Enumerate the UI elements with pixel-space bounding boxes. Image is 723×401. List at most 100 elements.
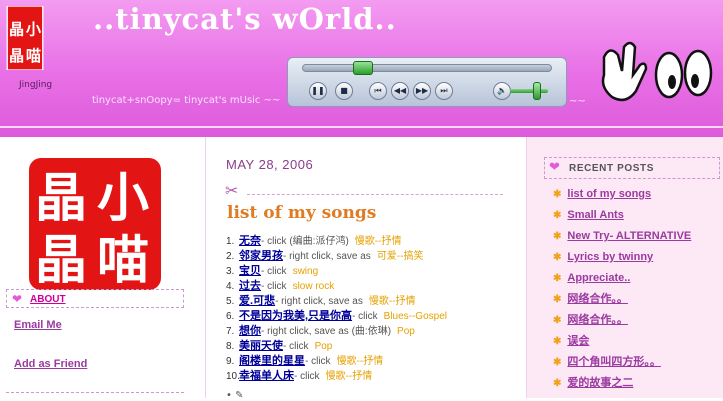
song-genre: 慢歌--抒情 xyxy=(336,356,384,367)
recent-post-link[interactable]: 网络合作。。 xyxy=(567,314,628,326)
next-button[interactable]: ⏭ xyxy=(435,82,453,100)
post-title[interactable]: list of my songs xyxy=(227,203,376,223)
recent-post-link[interactable]: 爱的故事之二 xyxy=(567,377,633,389)
email-me-link[interactable]: Email Me xyxy=(14,319,62,331)
song-item: 9. 阁楼里的星星- click 慢歌--抒情 xyxy=(226,354,447,369)
song-item: 6. 不是因为我美,只是你高- click Blues--Gospel xyxy=(226,309,447,324)
recent-post-link[interactable]: New Try- ALTERNATIVE xyxy=(567,230,691,242)
logo-char-4: 喵 xyxy=(26,47,41,65)
main-content: MAY 28, 2006 ✂ list of my songs 1. 无奈- cl… xyxy=(205,137,527,401)
song-link[interactable]: 不是因为我美,只是你高 xyxy=(239,310,352,322)
song-note: - click xyxy=(261,266,287,277)
song-note: - click xyxy=(261,281,287,292)
media-player: ❚❚ ■ ⏮ ◀◀ ▶▶ ⏭ 🔈 xyxy=(287,57,567,107)
blog-logo: 晶 小 晶 喵 xyxy=(6,6,46,78)
song-note: - click xyxy=(305,356,331,367)
song-genre: Pop xyxy=(314,341,333,352)
rewind-icon: ◀◀ xyxy=(393,86,407,95)
song-item: 2. 邻家男孩- right click, save as 可爱--搞笑 xyxy=(226,249,447,264)
song-item: 4. 过去- click slow rock xyxy=(226,279,447,294)
pause-button[interactable]: ❚❚ xyxy=(309,82,327,100)
avatar-char-1: 晶 xyxy=(35,169,87,229)
profile-avatar: 晶 小 晶 喵 xyxy=(29,158,161,290)
right-sidebar: ❤ RECENT POSTS ✱ list of my songs ✱ Small A… xyxy=(527,137,723,398)
recent-post-item: ✱ 误会 xyxy=(553,334,691,355)
song-link[interactable]: 过去 xyxy=(239,280,261,292)
song-item: 5. 爱.可悲- right click, save as 慢歌--抒情 xyxy=(226,294,447,309)
blog-title[interactable]: ..tinycat's wOrld.. xyxy=(93,2,397,36)
song-link[interactable]: 爱.可悲 xyxy=(239,295,275,307)
recent-post-link[interactable]: Small Ants xyxy=(567,209,623,221)
song-item: 1. 无奈- click (编曲:派仔鸿) 慢歌--抒情 xyxy=(226,234,447,249)
heart-icon: ❤ xyxy=(12,292,23,306)
song-note: - right click, save as xyxy=(275,296,363,307)
recent-post-item: ✱ 四个角叫四方形。。 xyxy=(553,355,691,376)
song-link[interactable]: 宝贝 xyxy=(239,265,261,277)
recent-post-link[interactable]: 四个角叫四方形。。 xyxy=(567,356,661,368)
song-genre: Blues--Gospel xyxy=(383,311,447,322)
logo-caption: JingJing xyxy=(19,80,53,90)
song-number: 6. xyxy=(226,311,235,322)
star-bullet-icon: ✱ xyxy=(553,294,562,305)
song-number: 8. xyxy=(226,341,235,352)
scissors-icon: ✂ xyxy=(225,181,239,200)
song-list: 1. 无奈- click (编曲:派仔鸿) 慢歌--抒情 2. 邻家男孩- right … xyxy=(226,234,447,384)
song-genre: 慢歌--抒情 xyxy=(368,296,416,307)
song-note: - right click, save as xyxy=(283,251,371,262)
recent-post-link[interactable]: list of my songs xyxy=(567,188,651,200)
next-icon: ⏭ xyxy=(440,86,448,95)
song-link[interactable]: 幸福单人床 xyxy=(239,370,294,382)
seek-thumb[interactable] xyxy=(353,61,373,75)
post-divider xyxy=(247,194,503,195)
song-item: 7. 想你- right click, save as (曲:依琳) Pop xyxy=(226,324,447,339)
song-link[interactable]: 想你 xyxy=(239,325,261,337)
song-genre: Pop xyxy=(397,326,415,337)
speaker-icon: 🔈 xyxy=(497,86,507,95)
stop-button[interactable]: ■ xyxy=(335,82,353,100)
recent-post-item: ✱ Lyrics by twinny xyxy=(553,250,691,271)
song-genre: 慢歌--抒情 xyxy=(325,371,373,382)
recent-post-link[interactable]: Appreciate.. xyxy=(567,272,630,284)
song-link[interactable]: 无奈 xyxy=(239,235,261,247)
volume-track[interactable] xyxy=(510,89,548,93)
song-link[interactable]: 美丽天使 xyxy=(239,340,283,352)
avatar-char-4: 喵 xyxy=(97,231,149,290)
song-number: 7. xyxy=(226,326,235,337)
seek-bar[interactable] xyxy=(302,61,552,75)
song-genre: swing xyxy=(292,266,319,277)
recent-post-item: ✱ Appreciate.. xyxy=(553,271,691,292)
rewind-button[interactable]: ◀◀ xyxy=(391,82,409,100)
song-item: 8. 美丽天使- click Pop xyxy=(226,339,447,354)
song-number: 10. xyxy=(226,371,240,382)
song-number: 2. xyxy=(226,251,235,262)
recent-post-item: ✱ 爱的故事之二 xyxy=(553,376,691,397)
volume-slider-thumb[interactable] xyxy=(533,82,541,100)
song-number: 1. xyxy=(226,236,235,247)
song-number: 4. xyxy=(226,281,235,292)
mute-button[interactable]: 🔈 xyxy=(493,82,511,100)
song-note: - click xyxy=(352,311,378,322)
previous-button[interactable]: ⏮ xyxy=(369,82,387,100)
star-bullet-icon: ✱ xyxy=(553,378,562,389)
logo-char-2: 小 xyxy=(25,20,42,38)
tagline-end: ~~ xyxy=(569,96,586,107)
recent-post-link[interactable]: Lyrics by twinny xyxy=(567,251,653,263)
star-bullet-icon: ✱ xyxy=(553,252,562,263)
song-genre: slow rock xyxy=(292,281,335,292)
post-date: MAY 28, 2006 xyxy=(226,157,314,172)
star-bullet-icon: ✱ xyxy=(553,189,562,200)
song-note: - click (编曲:派仔鸿) xyxy=(261,236,349,247)
recent-post-link[interactable]: 网络合作。。 xyxy=(567,293,628,305)
about-link[interactable]: ABOUT xyxy=(30,294,66,305)
recent-posts-heading: RECENT POSTS xyxy=(569,163,654,174)
recent-posts-list: ✱ list of my songs ✱ Small Ants ✱ New Try- AL… xyxy=(553,187,691,397)
recent-post-link[interactable]: 误会 xyxy=(567,335,589,347)
song-link[interactable]: 阁楼里的星星 xyxy=(239,355,305,367)
star-bullet-icon: ✱ xyxy=(553,210,562,221)
fast-forward-button[interactable]: ▶▶ xyxy=(413,82,431,100)
song-link[interactable]: 邻家男孩 xyxy=(239,250,283,262)
logo-char-3: 晶 xyxy=(9,47,24,65)
add-friend-link[interactable]: Add as Friend xyxy=(14,358,87,370)
header-divider xyxy=(0,126,723,128)
song-item: 10.幸福单人床- click 慢歌--抒情 xyxy=(226,369,447,384)
